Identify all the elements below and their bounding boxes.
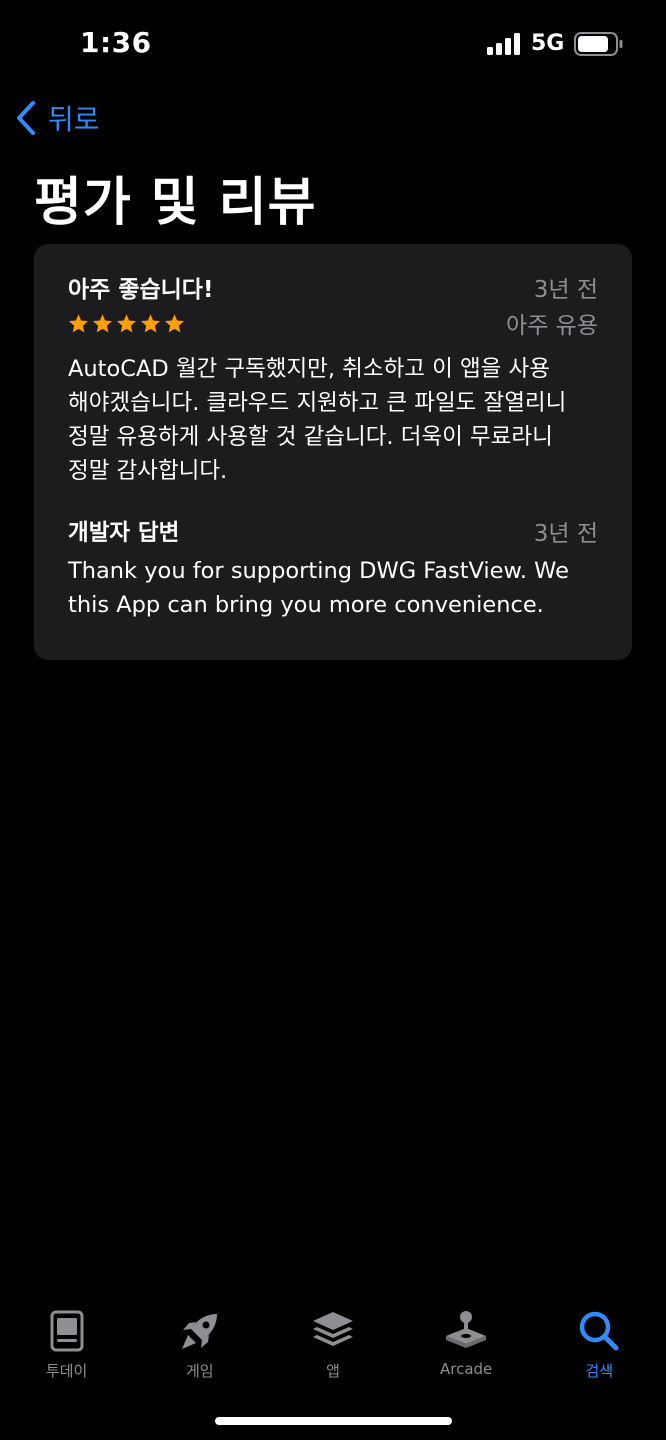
layers-icon (312, 1312, 353, 1346)
tab-label: Arcade (440, 1360, 493, 1378)
review-card[interactable]: 아주 좋습니다! 3년 전 아주 유용 AutoCAD 월간 구독했지만, 취소… (34, 244, 632, 660)
star-icon (93, 313, 112, 332)
tab-label: 앱 (326, 1362, 340, 1380)
review-body: AutoCAD 월간 구독했지만, 취소하고 이 앱을 사용 해야겠습니다. 클… (68, 356, 567, 484)
review-meta: 아주 유용 (68, 306, 598, 340)
helpful-label: 아주 유용 (506, 313, 598, 339)
status-bar: 1:36 5G (0, 0, 666, 90)
search-icon (580, 1311, 619, 1351)
star-icon (141, 313, 160, 332)
star-rating (68, 313, 185, 334)
developer-response-title: 개발자 답변 (68, 520, 180, 546)
back-label: 뒤로 (48, 103, 100, 136)
today-icon (50, 1310, 84, 1352)
tab-today[interactable]: 투데이 (0, 1300, 133, 1390)
star-icon (165, 313, 184, 332)
back-button[interactable]: 뒤로 (14, 98, 100, 138)
network-type: 5G (531, 31, 565, 56)
developer-response-date: 3년 전 (533, 521, 598, 547)
chevron-left-icon (17, 101, 35, 135)
review-header: 아주 좋습니다! 3년 전 (68, 270, 598, 306)
tab-label: 게임 (185, 1362, 214, 1380)
developer-response-header: 개발자 답변 3년 전 (68, 514, 598, 548)
tab-games[interactable]: 게임 (133, 1300, 266, 1390)
review-title: 아주 좋습니다! (68, 277, 214, 303)
developer-response-body: Thank you for supporting DWG FastView. W… (68, 558, 569, 618)
review-date: 3년 전 (533, 277, 598, 303)
page-title: 평가 및 리뷰 (34, 173, 317, 233)
status-time: 1:36 (80, 26, 152, 59)
home-indicator[interactable] (215, 1417, 452, 1425)
rocket-icon (181, 1314, 217, 1349)
tab-arcade[interactable]: Arcade (400, 1300, 533, 1390)
tab-bar: 투데이 게임 앱 Arcade 검색 (0, 1300, 666, 1390)
tab-apps[interactable]: 앱 (266, 1300, 399, 1390)
star-icon (117, 313, 136, 332)
tab-search[interactable]: 검색 (533, 1300, 666, 1390)
star-icon (69, 313, 88, 332)
tab-label: 검색 (585, 1362, 614, 1380)
joystick-icon (446, 1311, 487, 1348)
cellular-signal-icon (487, 33, 520, 55)
battery-icon (574, 32, 623, 56)
tab-label: 투데이 (45, 1362, 88, 1380)
